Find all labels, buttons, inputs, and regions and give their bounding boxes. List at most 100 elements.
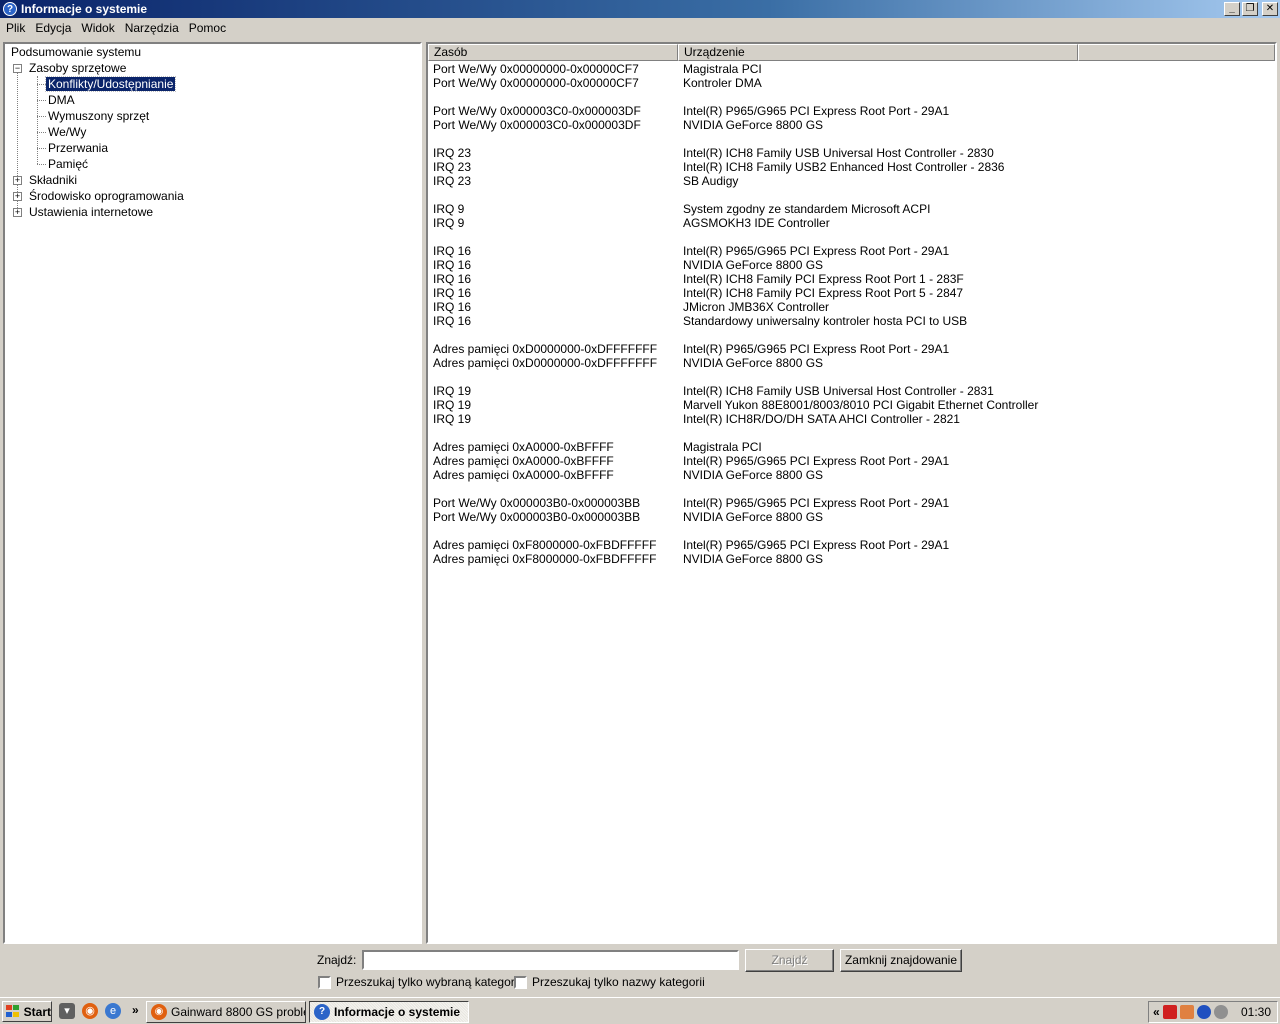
table-row[interactable]	[428, 482, 1275, 496]
menu-tools[interactable]: Narzędzia	[120, 21, 184, 35]
resource-cell: Port We/Wy 0x000003C0-0x000003DF	[433, 104, 641, 118]
tree-item-label: Podsumowanie systemu	[11, 45, 142, 59]
table-row[interactable]: Port We/Wy 0x00000000-0x00000CF7 Kontrole…	[428, 76, 1275, 90]
table-row[interactable]: IRQ 19 Intel(R) ICH8R/DO/DH SATA AHCI Con…	[428, 412, 1275, 426]
details-list[interactable]: Zasób Urządzenie Port We/Wy 0x00000000-0…	[426, 42, 1277, 944]
resource-cell: Adres pamięci 0xD0000000-0xDFFFFFFF	[433, 356, 658, 370]
table-row[interactable]: Port We/Wy 0x000003C0-0x000003DF Intel(R)…	[428, 104, 1275, 118]
device-cell: JMicron JMB36X Controller	[683, 300, 830, 314]
table-row[interactable]: Adres pamięci 0xA0000-0xBFFFF NVIDIA GeFo…	[428, 468, 1275, 482]
table-row[interactable]	[428, 426, 1275, 440]
collapse-icon[interactable]: −	[13, 64, 22, 73]
tree-item-io[interactable]: We/Wy	[46, 124, 88, 140]
table-row[interactable]: IRQ 9 System zgodny ze standardem Microso…	[428, 202, 1275, 216]
table-row[interactable]: IRQ 19 Intel(R) ICH8 Family USB Universal…	[428, 384, 1275, 398]
tree-item-summary[interactable]: Podsumowanie systemu	[9, 44, 143, 60]
tree-item-forced-hardware[interactable]: Wymuszony sprzęt	[46, 108, 151, 124]
table-row[interactable]: IRQ 9 AGSMOKH3 IDE Controller	[428, 216, 1275, 230]
table-row[interactable]: IRQ 16 NVIDIA GeForce 8800 GS	[428, 258, 1275, 272]
table-row[interactable]: IRQ 16 Intel(R) ICH8 Family PCI Express R…	[428, 272, 1275, 286]
desktop-shortcut-icon[interactable]: ▾	[59, 1003, 75, 1019]
search-names-only-checkbox[interactable]	[514, 975, 527, 989]
column-header-empty[interactable]	[1078, 44, 1275, 61]
expand-icon[interactable]: +	[13, 176, 22, 185]
table-row[interactable]: IRQ 16 Intel(R) ICH8 Family PCI Express R…	[428, 286, 1275, 300]
search-names-only-option[interactable]: Przeszukaj tylko nazwy kategorii	[514, 975, 705, 989]
firefox-shortcut-icon[interactable]: ◉	[82, 1003, 98, 1019]
close-button[interactable]: ✕	[1262, 2, 1278, 16]
resource-cell: IRQ 16	[433, 258, 472, 272]
tree-item-conflicts-sharing[interactable]: Konflikty/Udostępnianie	[44, 76, 177, 92]
close-find-button[interactable]: Zamknij znajdowanie	[840, 949, 962, 972]
resource-cell: Adres pamięci 0xD0000000-0xDFFFFFFF	[433, 342, 658, 356]
table-row[interactable]: Port We/Wy 0x00000000-0x00000CF7 Magistra…	[428, 62, 1275, 76]
device-cell: SB Audigy	[683, 174, 739, 188]
resource-cell: Adres pamięci 0xA0000-0xBFFFF	[433, 468, 614, 482]
table-row[interactable]: Adres pamięci 0xA0000-0xBFFFF Magistrala …	[428, 440, 1275, 454]
table-row[interactable]: Adres pamięci 0xA0000-0xBFFFF Intel(R) P9…	[428, 454, 1275, 468]
table-row[interactable]	[428, 230, 1275, 244]
tree-line	[37, 84, 46, 85]
table-row[interactable]	[428, 370, 1275, 384]
category-tree[interactable]: Podsumowanie systemu − Zasoby sprzętowe …	[3, 42, 422, 944]
table-row[interactable]	[428, 524, 1275, 538]
find-input[interactable]	[362, 950, 739, 970]
search-selected-only-label: Przeszukaj tylko wybraną kategorię	[336, 975, 525, 989]
network-icon[interactable]	[1179, 1005, 1194, 1019]
table-row[interactable]: Adres pamięci 0xD0000000-0xDFFFFFFF Intel…	[428, 342, 1275, 356]
tree-item-hardware-resources[interactable]: Zasoby sprzętowe	[27, 60, 128, 76]
device-cell: Kontroler DMA	[683, 76, 762, 90]
taskbar-item-firefox[interactable]: ◉ Gainward 8800 GS proble...	[146, 1001, 306, 1023]
menu-edit[interactable]: Edycja	[30, 21, 76, 35]
table-row[interactable]: Port We/Wy 0x000003C0-0x000003DF NVIDIA G…	[428, 118, 1275, 132]
table-row[interactable]: Port We/Wy 0x000003B0-0x000003BB Intel(R)…	[428, 496, 1275, 510]
clock-settings-icon[interactable]	[1213, 1005, 1228, 1019]
menu-view[interactable]: Widok	[76, 21, 119, 35]
search-selected-only-checkbox[interactable]	[318, 975, 331, 989]
resource-cell: IRQ 16	[433, 272, 472, 286]
restore-button[interactable]: ❐	[1242, 2, 1258, 16]
start-button[interactable]: Start	[2, 1001, 52, 1022]
taskbar-item-system-info[interactable]: ? Informacje o systemie	[309, 1001, 469, 1023]
security-alert-icon[interactable]	[1162, 1005, 1177, 1019]
find-button[interactable]: Znajdź	[745, 949, 834, 972]
search-selected-only-option[interactable]: Przeszukaj tylko wybraną kategorię	[318, 975, 524, 989]
menu-help[interactable]: Pomoc	[184, 21, 231, 35]
column-header-resource[interactable]: Zasób	[428, 44, 678, 61]
tree-item-components[interactable]: Składniki	[27, 172, 79, 188]
table-row[interactable]: IRQ 19 Marvell Yukon 88E8001/8003/8010 PC…	[428, 398, 1275, 412]
menu-file[interactable]: Plik	[1, 21, 30, 35]
column-header-device[interactable]: Urządzenie	[678, 44, 1078, 61]
tree-item-memory[interactable]: Pamięć	[46, 156, 90, 172]
quick-launch-chevron[interactable]: »	[132, 1003, 139, 1017]
list-header: Zasób Urządzenie	[428, 44, 1275, 61]
table-row[interactable]: IRQ 23 Intel(R) ICH8 Family USB2 Enhanced…	[428, 160, 1275, 174]
title-bar[interactable]: ? Informacje o systemie _ ❐ ✕	[0, 0, 1280, 18]
expand-icon[interactable]: +	[13, 208, 22, 217]
table-row[interactable]: Port We/Wy 0x000003B0-0x000003BB NVIDIA G…	[428, 510, 1275, 524]
tree-item-label: Ustawienia internetowe	[29, 205, 154, 219]
table-row[interactable]: IRQ 16 Intel(R) P965/G965 PCI Express Roo…	[428, 244, 1275, 258]
minimize-button[interactable]: _	[1224, 2, 1240, 16]
tree-line	[37, 116, 46, 117]
table-row[interactable]	[428, 188, 1275, 202]
tree-item-irqs[interactable]: Przerwania	[46, 140, 110, 156]
tray-expand-chevron[interactable]: «	[1153, 1005, 1160, 1019]
table-row[interactable]: Adres pamięci 0xF8000000-0xFBDFFFFF NVIDI…	[428, 552, 1275, 566]
table-row[interactable]: Adres pamięci 0xF8000000-0xFBDFFFFF Intel…	[428, 538, 1275, 552]
table-row[interactable]: IRQ 23 SB Audigy	[428, 174, 1275, 188]
tree-item-software-environment[interactable]: Środowisko oprogramowania	[27, 188, 186, 204]
table-row[interactable]	[428, 90, 1275, 104]
table-row[interactable]: IRQ 23 Intel(R) ICH8 Family USB Universal…	[428, 146, 1275, 160]
table-row[interactable]	[428, 132, 1275, 146]
table-row[interactable]: Adres pamięci 0xD0000000-0xDFFFFFFF NVIDI…	[428, 356, 1275, 370]
power-icon[interactable]	[1196, 1005, 1211, 1019]
tree-item-dma[interactable]: DMA	[46, 92, 77, 108]
expand-icon[interactable]: +	[13, 192, 22, 201]
table-row[interactable]	[428, 328, 1275, 342]
table-row[interactable]: IRQ 16 Standardowy uniwersalny kontroler …	[428, 314, 1275, 328]
tree-item-internet-settings[interactable]: Ustawienia internetowe	[27, 204, 155, 220]
table-row[interactable]: IRQ 16 JMicron JMB36X Controller	[428, 300, 1275, 314]
menu-bar: Plik Edycja Widok Narzędzia Pomoc	[0, 18, 1280, 38]
internet-explorer-shortcut-icon[interactable]: e	[105, 1003, 121, 1019]
